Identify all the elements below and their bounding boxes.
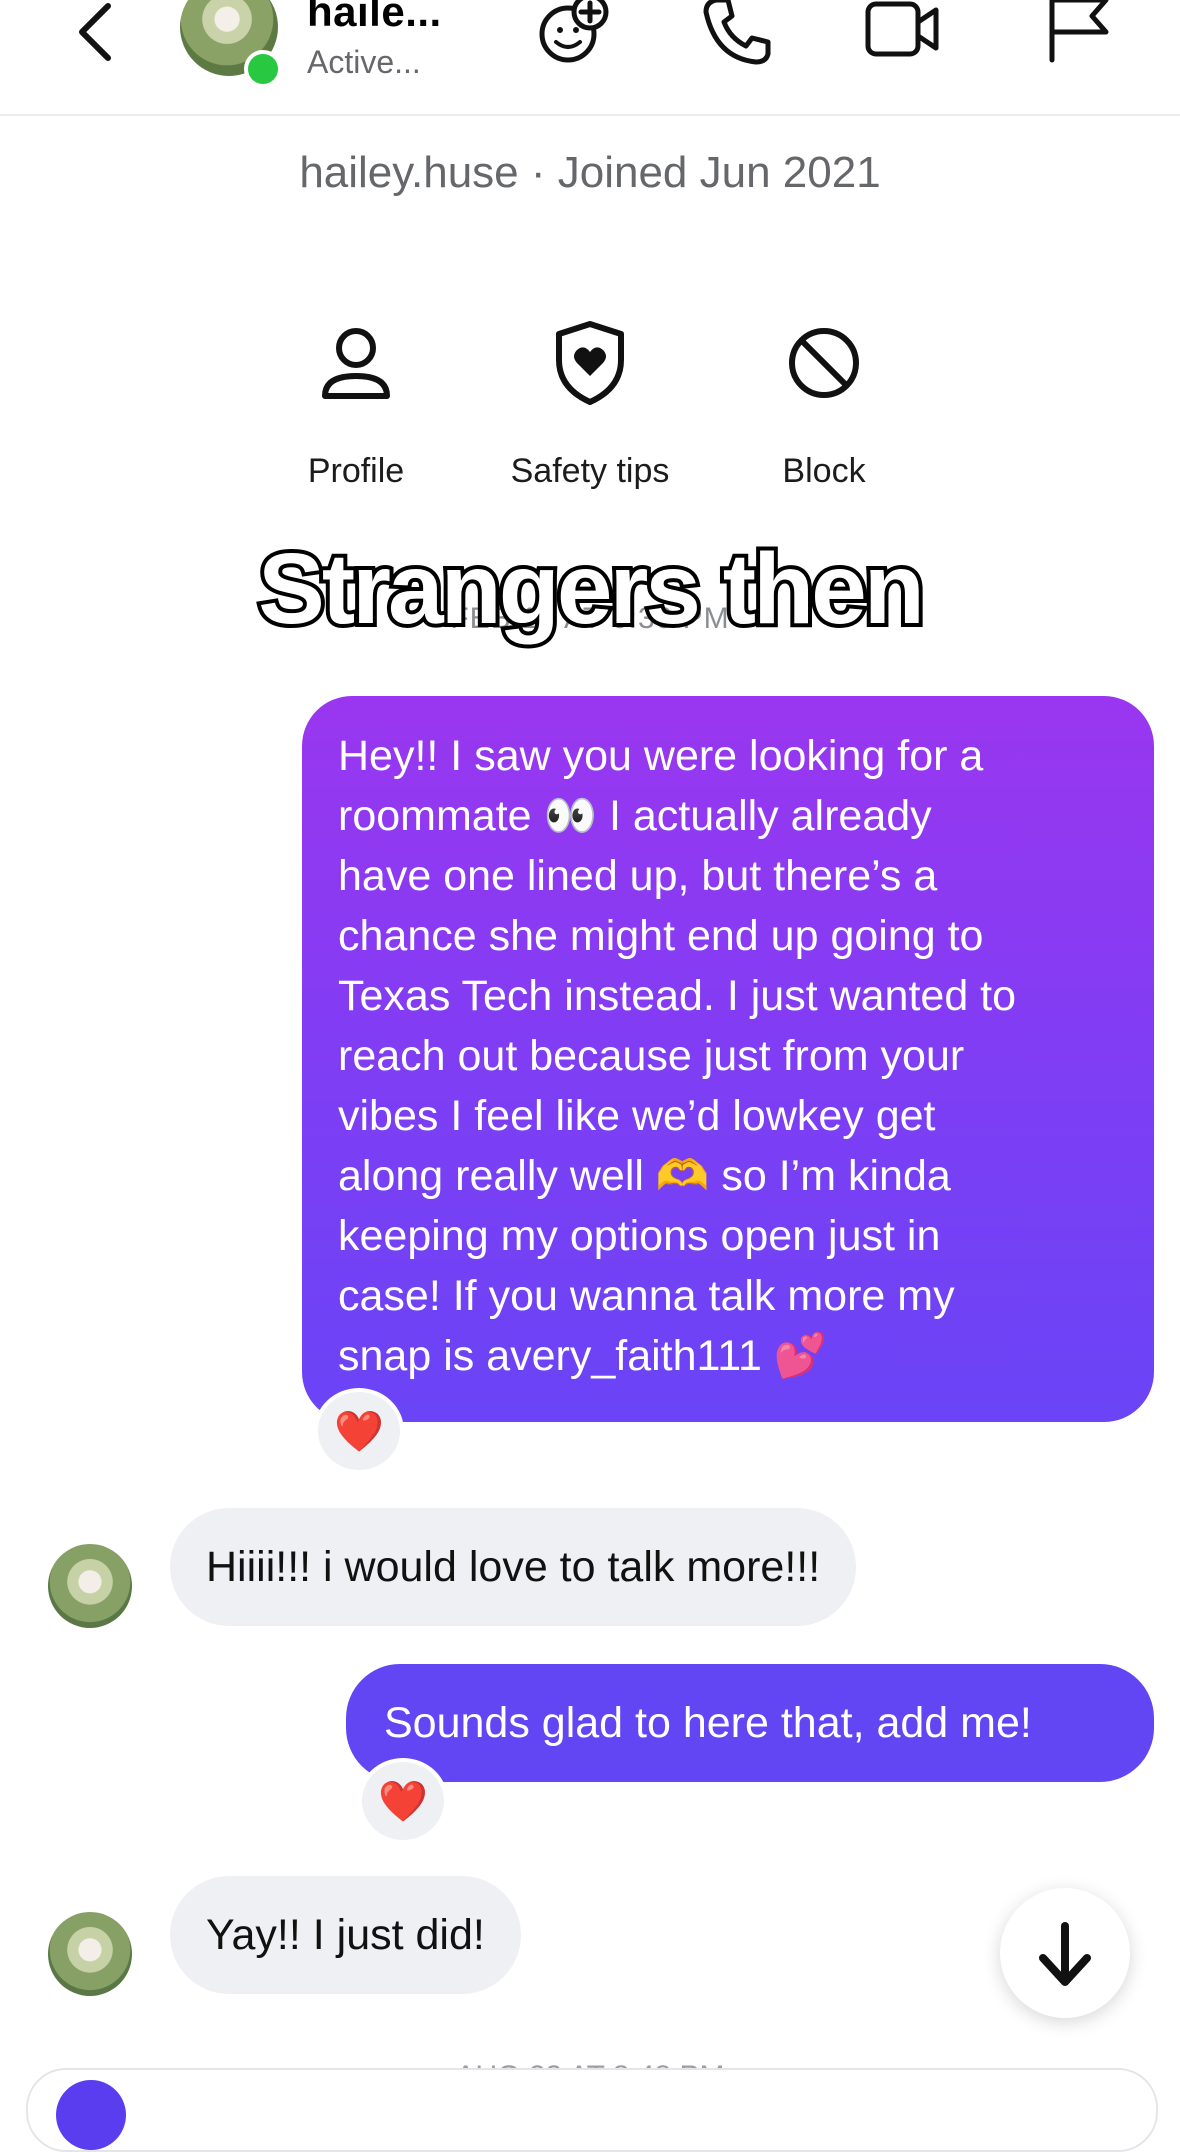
outgoing-message-bubble[interactable]: Hey!! I saw you were looking for a roomm… [302, 696, 1154, 1422]
safety-tips-label: Safety tips [510, 452, 670, 490]
audio-call-button[interactable] [696, 0, 776, 68]
message-line: roommate 👀 I actually already [338, 792, 932, 840]
avatar-plus-button[interactable] [534, 0, 614, 68]
arrow-down-icon [1039, 1922, 1091, 1986]
message-line: Texas Tech instead. I just wanted to [338, 972, 1017, 1020]
shield-heart-icon [556, 321, 624, 405]
video-caption-overlay: Strangers then [254, 529, 929, 649]
flag-icon [1049, 0, 1109, 63]
report-button[interactable] [1040, 0, 1120, 68]
message-line: vibes I feel like we’d lowkey get [338, 1092, 936, 1140]
block-label: Block [782, 452, 866, 490]
conversation-header: haile... Active... [0, 0, 1180, 116]
heart-reaction[interactable]: ❤️ [314, 1388, 404, 1474]
heart-reaction[interactable]: ❤️ [358, 1758, 448, 1844]
contact-name[interactable]: haile... [307, 0, 442, 36]
avatar-plus-icon [539, 0, 609, 63]
profile-label: Profile [307, 452, 405, 490]
profile-handle-joined: hailey.huse · Joined Jun 2021 [299, 148, 881, 197]
outgoing-message-bubble[interactable]: Sounds glad to here that, add me! [346, 1664, 1154, 1782]
message-line: chance she might end up going to [338, 912, 984, 960]
phone-icon [703, 0, 771, 65]
message-line: along really well 🫶 so I’m kinda [338, 1152, 951, 1200]
back-button[interactable] [70, 0, 126, 66]
profile-button[interactable]: Profile [236, 318, 476, 491]
contact-status: Active... [307, 44, 421, 80]
message-line: snap is avery_faith111 💕 [338, 1332, 828, 1380]
message-line: Hey!! I saw you were looking for a [338, 732, 984, 780]
scroll-to-bottom-button[interactable] [1000, 1888, 1130, 2018]
incoming-message-bubble[interactable]: Hiiii!!! i would love to talk more!!! [170, 1508, 857, 1626]
safety-tips-button[interactable]: Safety tips [470, 318, 710, 491]
message-line: keeping my options open just in [338, 1212, 941, 1260]
block-icon [789, 328, 859, 398]
back-chevron-icon [79, 3, 111, 61]
block-button[interactable]: Block [704, 318, 944, 491]
video-call-button[interactable] [862, 0, 942, 68]
message-line: have one lined up, but there’s a [338, 852, 938, 900]
message-line: case! If you wanna talk more my [338, 1272, 955, 1320]
sender-avatar[interactable] [48, 1544, 132, 1628]
person-icon [322, 328, 390, 399]
online-status-dot [244, 50, 282, 88]
composer-camera-button[interactable] [56, 2080, 126, 2150]
message-line: reach out because just from your [338, 1032, 965, 1080]
sender-avatar[interactable] [48, 1912, 132, 1996]
incoming-message-bubble[interactable]: Yay!! I just did! [170, 1876, 521, 1994]
video-camera-icon [865, 1, 939, 57]
message-composer[interactable] [26, 2068, 1158, 2152]
